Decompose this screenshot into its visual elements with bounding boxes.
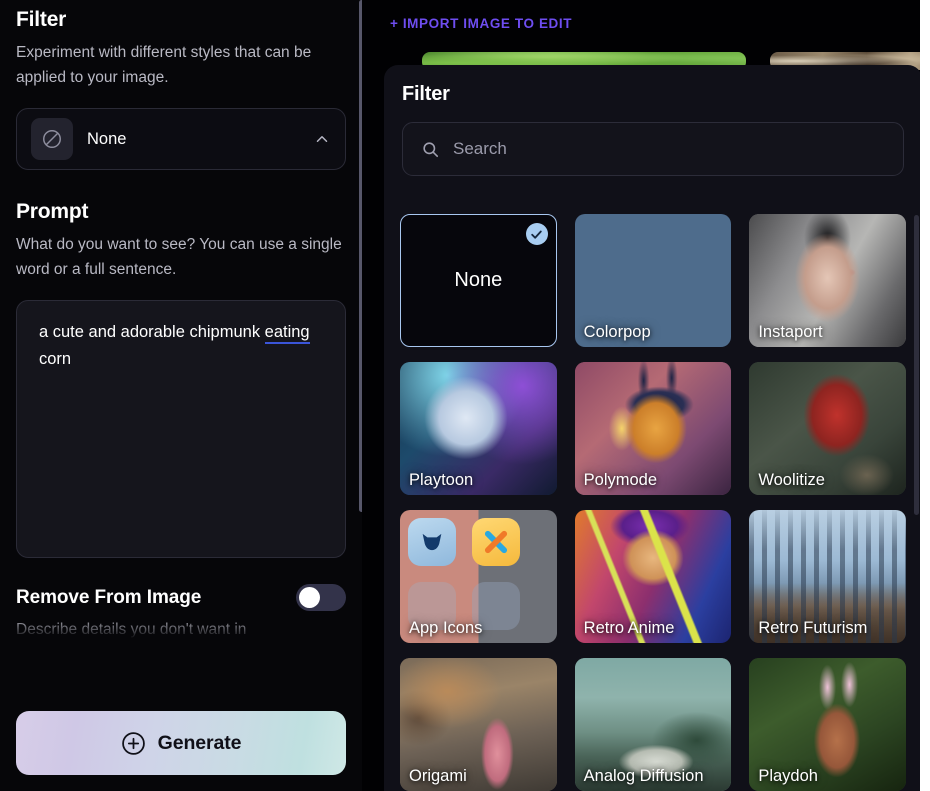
filter-modal-header: Filter — [384, 65, 922, 176]
generate-button[interactable]: Generate — [16, 711, 346, 775]
generate-button-label: Generate — [157, 731, 242, 754]
prompt-textarea[interactable]: a cute and adorable chipmunk eating corn — [16, 300, 346, 558]
filter-search-input[interactable] — [453, 139, 885, 159]
workspace-area: + IMPORT IMAGE TO EDIT Filter Search Non… — [362, 0, 930, 791]
generate-button-container: Generate — [0, 677, 362, 791]
filter-section-description: Experiment with different styles that ca… — [16, 44, 312, 86]
filter-card-label: Colorpop — [583, 323, 651, 341]
prompt-text-content: a cute and adorable chipmunk eating corn — [39, 319, 323, 373]
import-image-link[interactable]: + IMPORT IMAGE TO EDIT — [390, 16, 572, 31]
left-settings-panel: Filter Experiment with different styles … — [0, 0, 362, 791]
filter-card-label: App Icons — [409, 619, 483, 637]
filter-card-label: Instaport — [758, 323, 823, 341]
prompt-section-description: What do you want to see? You can use a s… — [16, 236, 342, 278]
filter-card-retro-anime[interactable]: Retro Anime — [574, 510, 732, 643]
app-root: Filter Experiment with different styles … — [0, 0, 930, 791]
filter-dropdown[interactable]: None — [16, 108, 346, 170]
filter-modal-title: Filter — [402, 83, 450, 105]
filter-card-label: Retro Futurism — [758, 619, 868, 637]
prohibition-icon — [31, 118, 73, 160]
prompt-section: Prompt What do you want to see? You can … — [16, 200, 346, 558]
window-right-edge — [920, 0, 930, 791]
plus-circle-icon — [121, 731, 146, 756]
prompt-text-part2: corn — [39, 350, 72, 368]
filter-dropdown-value: None — [87, 129, 127, 148]
remove-from-image-title: Remove From Image — [16, 586, 202, 608]
filter-card-label: Woolitize — [758, 471, 825, 489]
toggle-knob — [299, 587, 320, 608]
filter-card-label: Retro Anime — [583, 619, 675, 637]
filter-card-analog-diffusion[interactable]: Analog Diffusion — [574, 658, 732, 791]
filter-card-playdoh[interactable]: Playdoh — [749, 658, 906, 791]
filter-grid: None Colorpop Instaport Playtoon Polymode Woo… — [400, 214, 906, 791]
search-icon — [421, 140, 440, 159]
prompt-section-title: Prompt — [16, 200, 89, 223]
filter-grid-scroll-area[interactable]: None Colorpop Instaport Playtoon Polymode Woo… — [384, 204, 922, 791]
filter-card-none[interactable]: None — [400, 214, 557, 347]
filter-card-colorpop[interactable]: Colorpop — [574, 214, 732, 347]
filter-card-label: Playtoon — [409, 471, 474, 489]
filter-card-woolitize[interactable]: Woolitize — [749, 362, 906, 495]
filter-section-title: Filter — [16, 8, 67, 31]
remove-from-image-section: Remove From Image — [16, 584, 346, 611]
remove-from-image-description: Describe details you don't want in — [16, 621, 247, 638]
filter-card-label: Polymode — [583, 471, 658, 489]
check-icon — [525, 223, 548, 245]
filter-modal: Filter None Colorpop Instaport Playtoon Poly… — [384, 65, 922, 791]
filter-modal-scrollbar[interactable] — [914, 215, 919, 775]
prompt-misspelled-word: eating — [264, 323, 310, 344]
filter-card-instaport[interactable]: Instaport — [749, 214, 906, 347]
filter-card-label: Analog Diffusion — [583, 767, 704, 785]
filter-card-origami[interactable]: Origami — [400, 658, 557, 791]
filter-section: Filter Experiment with different styles … — [16, 0, 346, 170]
filter-card-app-icons[interactable]: App Icons — [400, 510, 557, 643]
chevron-up-icon[interactable] — [313, 130, 331, 148]
remove-from-image-toggle[interactable] — [296, 584, 346, 611]
filter-card-playtoon[interactable]: Playtoon — [400, 362, 557, 495]
filter-card-label: Origami — [409, 767, 467, 785]
filter-card-polymode[interactable]: Polymode — [574, 362, 732, 495]
filter-search-box[interactable] — [402, 122, 904, 176]
filter-modal-scrollbar-thumb[interactable] — [914, 215, 919, 515]
filter-card-label: Playdoh — [758, 767, 818, 785]
prompt-text-part1: a cute and adorable chipmunk — [39, 323, 265, 341]
filter-card-retro-futurism[interactable]: Retro Futurism — [749, 510, 906, 643]
import-bar: + IMPORT IMAGE TO EDIT — [362, 0, 930, 46]
